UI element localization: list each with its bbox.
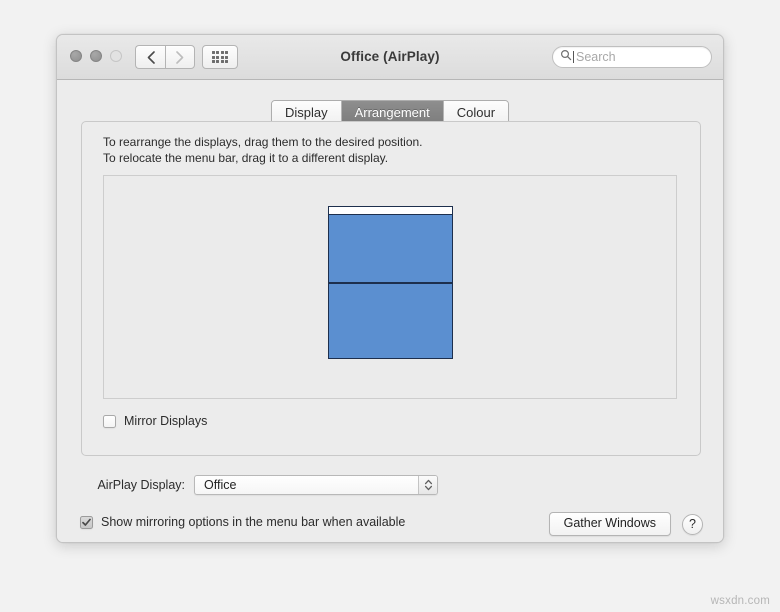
display-drag-area[interactable] <box>103 175 677 399</box>
search-text-caret <box>573 51 574 63</box>
airplay-display-value: Office <box>204 478 237 492</box>
mirror-displays-label: Mirror Displays <box>124 414 208 428</box>
chevron-updown-icon <box>418 476 437 494</box>
window-body: Display Arrangement Colour To rearrange … <box>57 80 723 542</box>
airplay-display-row: AirPlay Display: Office <box>81 475 701 495</box>
gather-windows-button[interactable]: Gather Windows <box>548 512 671 536</box>
footer-row: Show mirroring options in the menu bar w… <box>57 512 723 542</box>
show-mirroring-checkbox[interactable] <box>80 515 93 529</box>
airplay-display-label: AirPlay Display: <box>97 478 185 492</box>
search-field[interactable]: Search <box>552 46 712 68</box>
help-button[interactable]: ? <box>682 513 703 535</box>
secondary-display-thumbnail[interactable] <box>328 283 453 359</box>
primary-display-thumbnail[interactable] <box>328 206 453 283</box>
menu-bar-strip[interactable] <box>329 207 452 215</box>
mirror-displays-row[interactable]: Mirror Displays <box>103 414 207 428</box>
instruction-line-2: To relocate the menu bar, drag it to a d… <box>103 151 389 165</box>
airplay-display-select[interactable]: Office <box>194 475 438 495</box>
instruction-line-1: To rearrange the displays, drag them to … <box>103 135 423 149</box>
arrangement-panel: To rearrange the displays, drag them to … <box>81 121 701 456</box>
show-mirroring-row[interactable]: Show mirroring options in the menu bar w… <box>80 515 405 529</box>
system-preferences-window: Office (AirPlay) Search Display Arrangem… <box>56 34 724 543</box>
window-titlebar: Office (AirPlay) Search <box>57 35 723 80</box>
watermark: wsxdn.com <box>710 595 770 607</box>
footer-button-group: Gather Windows ? <box>548 512 703 536</box>
search-placeholder: Search <box>576 50 616 64</box>
arrangement-instructions: To rearrange the displays, drag them to … <box>103 134 423 166</box>
search-icon <box>560 48 572 66</box>
show-mirroring-label: Show mirroring options in the menu bar w… <box>101 515 406 529</box>
mirror-displays-checkbox[interactable] <box>103 414 116 428</box>
